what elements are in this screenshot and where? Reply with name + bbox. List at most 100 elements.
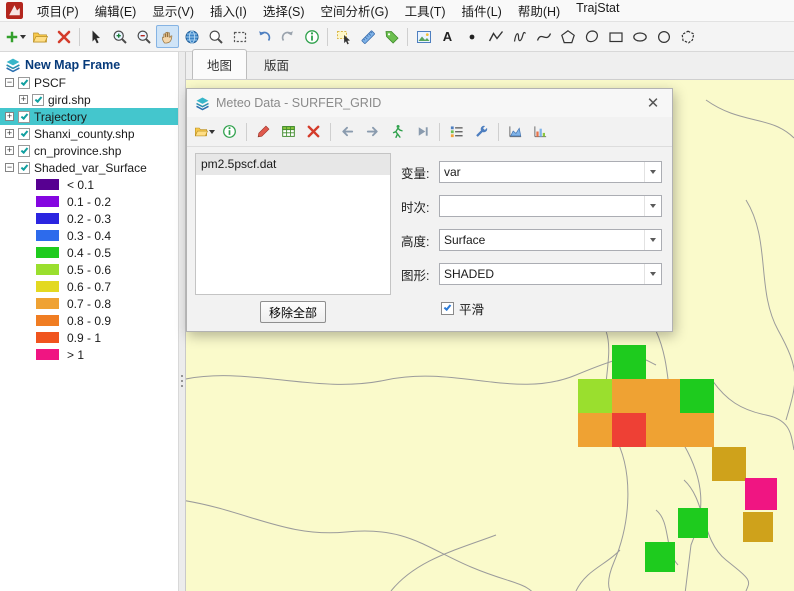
insert-text-button[interactable]: A — [436, 25, 459, 48]
legend-item[interactable]: 0.9 - 1 — [0, 329, 178, 346]
layer-item-gird[interactable]: + gird.shp — [0, 91, 178, 108]
data-list-button[interactable] — [445, 120, 468, 143]
open-file-button[interactable] — [28, 25, 51, 48]
close-icon[interactable]: ✕ — [642, 93, 664, 113]
settings-button[interactable] — [470, 120, 493, 143]
menu-item-insert[interactable]: 插入(I) — [202, 0, 255, 23]
remove-data-button[interactable] — [302, 120, 325, 143]
insert-curve-button[interactable] — [532, 25, 555, 48]
menu-item-help[interactable]: 帮助(H) — [510, 0, 568, 23]
remove-layer-button[interactable] — [52, 25, 75, 48]
menu-item-selection[interactable]: 选择(S) — [255, 0, 313, 23]
legend-item[interactable]: 0.4 - 0.5 — [0, 244, 178, 261]
insert-image-button[interactable] — [412, 25, 435, 48]
graphic-select[interactable]: SHADED — [439, 263, 662, 285]
select-cursor-button[interactable] — [84, 25, 107, 48]
area-chart-button[interactable] — [504, 120, 527, 143]
next-time-button[interactable] — [361, 120, 384, 143]
select-feature-button[interactable] — [332, 25, 355, 48]
expand-icon[interactable]: + — [5, 146, 14, 155]
tab-map[interactable]: 地图 — [192, 49, 247, 79]
map-frame-icon — [5, 57, 21, 73]
expand-icon[interactable]: + — [5, 112, 14, 121]
legend-item[interactable]: > 1 — [0, 346, 178, 363]
layer-label: Trajectory — [34, 110, 87, 124]
layer-checkbox[interactable] — [18, 77, 30, 89]
legend-item[interactable]: 0.5 - 0.6 — [0, 261, 178, 278]
redo-button[interactable] — [276, 25, 299, 48]
layer-checkbox[interactable] — [18, 111, 30, 123]
identify-button[interactable] — [300, 25, 323, 48]
panel-splitter[interactable] — [178, 52, 186, 591]
time-select[interactable] — [439, 195, 662, 217]
remove-all-button[interactable]: 移除全部 — [260, 301, 326, 323]
animate-button[interactable] — [386, 120, 409, 143]
add-layer-button[interactable] — [4, 25, 27, 48]
legend-label: < 0.1 — [67, 178, 94, 192]
toolbar-separator — [79, 28, 80, 46]
layer-checkbox[interactable] — [18, 128, 30, 140]
measure-button[interactable] — [356, 25, 379, 48]
layer-checkbox[interactable] — [18, 162, 30, 174]
expand-icon[interactable]: + — [19, 95, 28, 104]
menu-item-spatial-analysis[interactable]: 空间分析(G) — [313, 0, 397, 23]
layer-checkbox[interactable] — [32, 94, 44, 106]
layer-item-shaded-var-surface[interactable]: − Shaded_var_Surface — [0, 159, 178, 176]
zoom-to-layer-button[interactable] — [204, 25, 227, 48]
legend-item[interactable]: 0.6 - 0.7 — [0, 278, 178, 295]
legend-item[interactable]: 0.2 - 0.3 — [0, 210, 178, 227]
layer-item-cn-province[interactable]: + cn_province.shp — [0, 142, 178, 159]
insert-circle-button[interactable] — [652, 25, 675, 48]
menu-item-trajstat[interactable]: TrajStat — [568, 0, 627, 23]
draw-data-button[interactable] — [252, 120, 275, 143]
layer-item-shanxi-county[interactable]: + Shanxi_county.shp — [0, 125, 178, 142]
expand-icon[interactable]: + — [5, 129, 14, 138]
select-rectangle-button[interactable] — [228, 25, 251, 48]
insert-polygon-button[interactable] — [556, 25, 579, 48]
legend-item[interactable]: < 0.1 — [0, 176, 178, 193]
menu-item-tools[interactable]: 工具(T) — [397, 0, 454, 23]
legend-item[interactable]: 0.7 - 0.8 — [0, 295, 178, 312]
dialog-titlebar[interactable]: Meteo Data - SURFER_GRID ✕ — [187, 89, 672, 117]
layer-item-trajectory[interactable]: + Trajectory — [0, 108, 178, 125]
chevron-down-icon — [644, 264, 661, 284]
tab-layout[interactable]: 版面 — [249, 49, 304, 79]
step-forward-button[interactable] — [411, 120, 434, 143]
insert-curve-polygon-button[interactable] — [580, 25, 603, 48]
data-info-button[interactable] — [218, 120, 241, 143]
menu-item-view[interactable]: 显示(V) — [144, 0, 202, 23]
open-data-button[interactable] — [193, 120, 216, 143]
menu-item-edit[interactable]: 编辑(E) — [87, 0, 145, 23]
legend-item[interactable]: 0.1 - 0.2 — [0, 193, 178, 210]
insert-lasso-button[interactable] — [676, 25, 699, 48]
collapse-icon[interactable]: − — [5, 78, 14, 87]
labels-button[interactable] — [380, 25, 403, 48]
layer-checkbox[interactable] — [18, 145, 30, 157]
insert-point-button[interactable] — [460, 25, 483, 48]
layer-item-pscf[interactable]: − PSCF — [0, 74, 178, 91]
collapse-icon[interactable]: − — [5, 163, 14, 172]
check-icon — [21, 112, 29, 120]
insert-ellipse-button[interactable] — [628, 25, 651, 48]
menu-item-project[interactable]: 项目(P) — [29, 0, 87, 23]
insert-polyline-button[interactable] — [484, 25, 507, 48]
legend-item[interactable]: 0.8 - 0.9 — [0, 312, 178, 329]
previous-time-button[interactable] — [336, 120, 359, 143]
pan-button[interactable] — [156, 25, 179, 48]
level-select[interactable]: Surface — [439, 229, 662, 251]
smooth-checkbox[interactable] — [441, 302, 454, 315]
legend-item[interactable]: 0.3 - 0.4 — [0, 227, 178, 244]
undo-button[interactable] — [252, 25, 275, 48]
insert-freehand-button[interactable] — [508, 25, 531, 48]
menu-item-plugins[interactable]: 插件(L) — [454, 0, 510, 23]
variable-select[interactable]: var — [439, 161, 662, 183]
data-file-list[interactable]: pm2.5pscf.dat — [195, 153, 391, 295]
full-extent-button[interactable] — [180, 25, 203, 48]
insert-rectangle-button[interactable] — [604, 25, 627, 48]
map-frame-node[interactable]: New Map Frame — [0, 55, 178, 74]
data-file-item[interactable]: pm2.5pscf.dat — [196, 154, 390, 175]
zoom-in-button[interactable] — [108, 25, 131, 48]
zoom-out-button[interactable] — [132, 25, 155, 48]
data-table-button[interactable] — [277, 120, 300, 143]
bar-chart-button[interactable] — [529, 120, 552, 143]
